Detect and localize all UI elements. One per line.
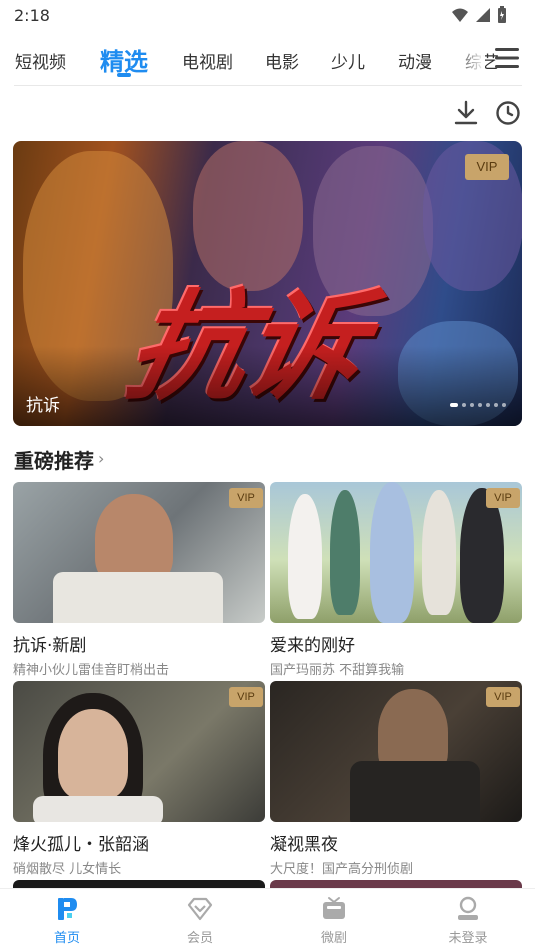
history-icon[interactable] [494, 99, 522, 127]
nav-home[interactable]: 首页 [27, 895, 107, 946]
section-title[interactable]: 重磅推荐 [14, 445, 94, 474]
video-subtitle: 大尺度！国产高分刑侦剧 [270, 862, 414, 877]
video-title: 烽火孤儿・张韶涵 [13, 835, 149, 855]
nav-shorts-label: 微剧 [320, 931, 347, 946]
thumbnail-figure [460, 488, 504, 623]
bottom-nav: 首页 会员 微剧 未登录 [0, 888, 535, 951]
tab-fade [455, 40, 485, 76]
diamond-icon [187, 897, 213, 921]
video-title: 抗诉·新剧 [13, 636, 87, 656]
carousel-dots [450, 403, 506, 407]
status-time: 2:18 [14, 6, 50, 25]
nav-member[interactable]: 会员 [160, 895, 240, 946]
tab-movies[interactable]: 电影 [265, 48, 299, 73]
signal-icon [476, 8, 490, 22]
status-icons [451, 6, 507, 24]
tab-featured[interactable]: 精选 [100, 42, 148, 77]
banner-title: 抗诉 [26, 396, 60, 416]
video-card[interactable]: VIP 爱来的刚好 国产玛丽苏 不甜算我输 [270, 482, 522, 678]
carousel-dot[interactable] [486, 403, 490, 407]
tab-tv-series[interactable]: 电视剧 [182, 48, 233, 73]
battery-icon [498, 6, 506, 23]
user-icon [458, 896, 478, 920]
vip-badge: VIP [465, 154, 509, 180]
video-thumbnail: VIP [13, 681, 265, 822]
vip-badge: VIP [229, 687, 263, 707]
tv-icon [323, 897, 345, 919]
chevron-right-icon[interactable]: › [98, 449, 104, 468]
nav-profile[interactable]: 未登录 [428, 895, 508, 946]
home-icon [58, 898, 77, 920]
carousel-dot[interactable] [494, 403, 498, 407]
video-thumbnail: VIP [13, 482, 265, 623]
status-bar: 2:18 [0, 0, 535, 32]
thumbnail-figure [288, 494, 322, 619]
carousel-dot[interactable] [470, 403, 474, 407]
carousel-dot[interactable] [450, 403, 458, 407]
video-title: 爱来的刚好 [270, 636, 355, 656]
video-thumbnail: VIP [270, 681, 522, 822]
carousel-dot[interactable] [502, 403, 506, 407]
nav-home-label: 首页 [53, 931, 80, 946]
carousel-dot[interactable] [478, 403, 482, 407]
wifi-icon [452, 8, 468, 22]
thumbnail-figure [350, 761, 480, 822]
tab-short-video[interactable]: 短视频 [15, 48, 66, 73]
video-card[interactable]: VIP 抗诉·新剧 精神小伙儿雷佳音盯梢出击 [13, 482, 265, 678]
active-tab-indicator [117, 73, 131, 77]
download-icon[interactable] [452, 99, 480, 127]
carousel-dot[interactable] [462, 403, 466, 407]
thumbnail-figure [422, 490, 456, 615]
thumbnail-figure [58, 709, 128, 799]
tab-anime[interactable]: 动漫 [398, 48, 432, 73]
menu-icon[interactable] [492, 44, 522, 72]
video-card[interactable]: VIP 凝视黑夜 大尺度！国产高分刑侦剧 [270, 681, 522, 877]
thumbnail-figure [370, 482, 414, 623]
video-card[interactable]: VIP 烽火孤儿・张韶涵 硝烟散尽 儿女情长 [13, 681, 265, 877]
thumbnail-figure [53, 572, 223, 623]
nav-member-label: 会员 [186, 931, 213, 946]
banner-shade [13, 346, 522, 426]
vip-badge: VIP [229, 488, 263, 508]
video-subtitle: 精神小伙儿雷佳音盯梢出击 [13, 663, 170, 678]
nav-profile-label: 未登录 [448, 931, 488, 946]
vip-badge: VIP [486, 687, 520, 707]
header-divider [14, 85, 522, 86]
nav-shorts[interactable]: 微剧 [294, 895, 374, 946]
video-subtitle: 国产玛丽苏 不甜算我输 [270, 663, 405, 678]
thumbnail-figure [330, 490, 360, 615]
video-subtitle: 硝烟散尽 儿女情长 [13, 862, 122, 877]
vip-badge: VIP [486, 488, 520, 508]
video-thumbnail: VIP [270, 482, 522, 623]
thumbnail-figure [33, 796, 163, 822]
video-title: 凝视黑夜 [270, 835, 338, 855]
hero-banner[interactable]: 抗诉 VIP 抗诉 [13, 141, 522, 426]
tab-kids[interactable]: 少儿 [331, 48, 365, 73]
